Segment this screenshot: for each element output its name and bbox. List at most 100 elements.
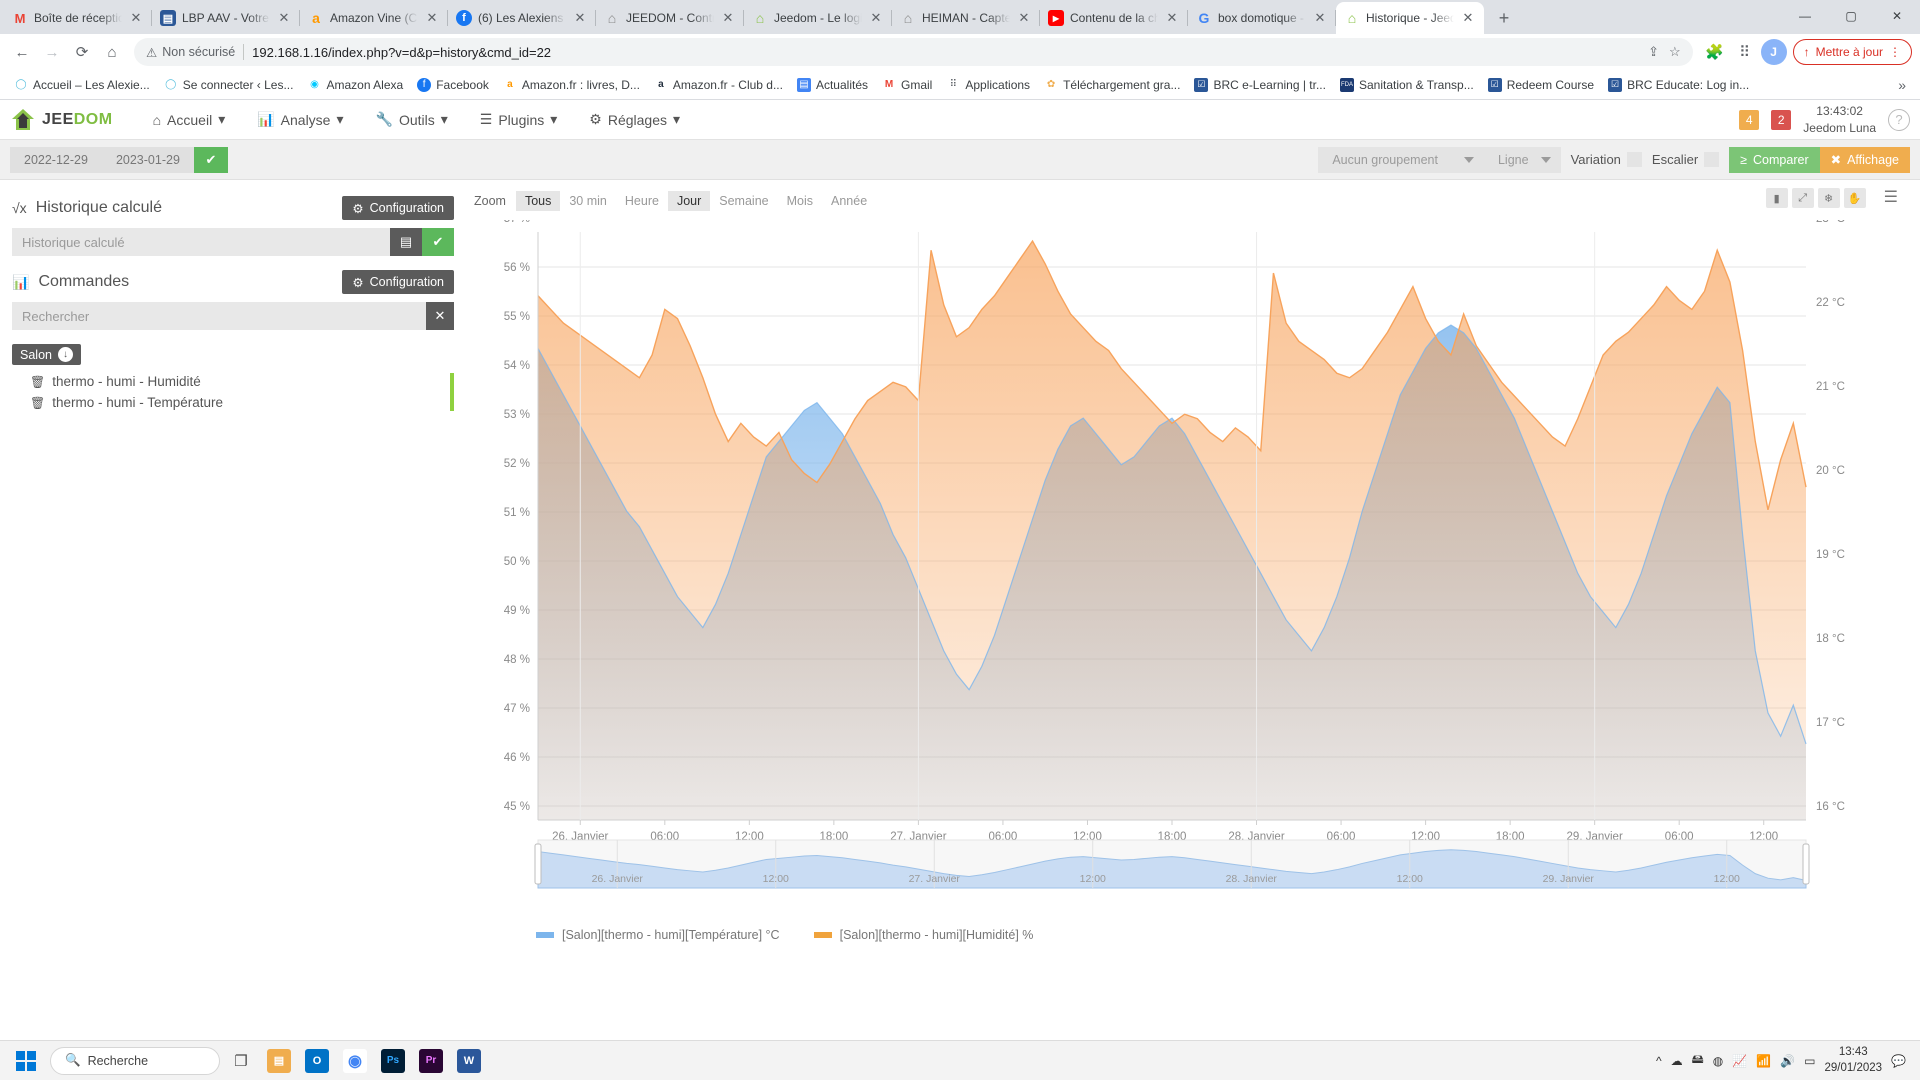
forward-icon[interactable]: →: [38, 38, 66, 66]
home-icon[interactable]: ⌂: [98, 38, 126, 66]
share-icon[interactable]: ⇪: [1648, 44, 1659, 60]
question-circle-icon[interactable]: ?: [1888, 108, 1910, 131]
calc-history-input[interactable]: Historique calculé: [12, 228, 390, 256]
kebab-menu-icon[interactable]: ⋮: [1889, 45, 1901, 59]
grid-icon[interactable]: ⠿: [1731, 38, 1759, 66]
bookmark-item[interactable]: a Amazon.fr - Club d...: [648, 75, 789, 95]
trash-icon[interactable]: 🗑: [30, 375, 45, 389]
display-button[interactable]: ✖ Affichage: [1819, 146, 1910, 173]
calc-list-button[interactable]: ▤: [390, 228, 422, 256]
date-start-input[interactable]: 2022-12-29: [10, 146, 102, 173]
profile-avatar[interactable]: J: [1760, 39, 1787, 65]
app-icon[interactable]: ◍: [1713, 1054, 1723, 1068]
compare-button[interactable]: ≥ Comparer: [1729, 146, 1820, 173]
bookmark-item[interactable]: f Facebook: [411, 75, 495, 95]
arrow-down-circle-icon[interactable]: ↓: [57, 347, 73, 362]
list-item[interactable]: 🗑 thermo - humi - Humidité: [12, 371, 454, 392]
tray-expand-icon[interactable]: ^: [1656, 1054, 1662, 1068]
bookmark-item[interactable]: a Amazon.fr : livres, D...: [497, 75, 646, 95]
browser-tab[interactable]: ⌂ JEEDOM - Contrôle ✕: [596, 2, 744, 34]
bookmark-item[interactable]: FDA Sanitation & Transp...: [1334, 75, 1480, 95]
close-window-button[interactable]: ✕: [1874, 0, 1920, 32]
maximize-button[interactable]: ▢: [1828, 0, 1874, 32]
group-salon[interactable]: Salon ↓: [12, 344, 81, 365]
browser-tab[interactable]: ⌂ HEIMAN - Capteur ✕: [892, 2, 1040, 34]
bookmark-item[interactable]: M Gmail: [876, 75, 938, 95]
zoom-button-30min[interactable]: 30 min: [560, 191, 616, 211]
variation-checkbox[interactable]: [1626, 152, 1642, 167]
jeedom-logo[interactable]: JEEDOM: [10, 107, 113, 133]
close-icon[interactable]: ✕: [572, 10, 588, 26]
browser-tab[interactable]: M Boîte de réception ✕: [4, 2, 152, 34]
bookmark-item[interactable]: ◉ Amazon Alexa: [301, 75, 409, 95]
error-badge[interactable]: 2: [1771, 109, 1792, 130]
grouping-select[interactable]: Aucun groupement: [1318, 146, 1484, 173]
zoom-button-semaine[interactable]: Semaine: [710, 191, 777, 211]
zoom-button-mois[interactable]: Mois: [778, 191, 822, 211]
taskbar-clock[interactable]: 13:43 29/01/2023: [1824, 1045, 1882, 1076]
legend-item-humidite[interactable]: [Salon][thermo - humi][Humidité] %: [813, 928, 1033, 942]
browser-tab[interactable]: ▤ LBP AAV - Votre as ✕: [152, 2, 300, 34]
snowflake-icon[interactable]: ❄: [1817, 188, 1840, 208]
puzzle-icon[interactable]: 🧩: [1701, 38, 1729, 66]
date-end-input[interactable]: 2023-01-29: [101, 146, 194, 173]
browser-tab[interactable]: G box domotique - R ✕: [1188, 2, 1336, 34]
nav-item-plugins[interactable]: ☰ Plugins ▾: [464, 100, 574, 140]
bookmarks-overflow-icon[interactable]: »: [1892, 77, 1912, 93]
reload-icon[interactable]: ⟳: [68, 38, 96, 66]
browser-tab[interactable]: ▶ Contenu de la chaî ✕: [1040, 2, 1188, 34]
update-button[interactable]: ↑ Mettre à jour ⋮: [1792, 39, 1912, 65]
search-clear-button[interactable]: ✕: [426, 302, 454, 330]
list-item[interactable]: 🗑 thermo - humi - Température: [12, 392, 454, 413]
search-input[interactable]: Rechercher: [12, 302, 426, 330]
legend-item-temperature[interactable]: [Salon][thermo - humi][Température] °C: [536, 928, 780, 942]
outlook-icon[interactable]: O: [300, 1045, 334, 1077]
close-icon[interactable]: ✕: [424, 10, 440, 26]
photoshop-icon[interactable]: Ps: [376, 1045, 410, 1077]
close-icon[interactable]: ✕: [276, 10, 292, 26]
zoom-button-jour[interactable]: Jour: [667, 191, 711, 211]
cloud-icon[interactable]: ☁: [1671, 1054, 1683, 1068]
close-icon[interactable]: ✕: [1312, 10, 1328, 26]
chart-plot-area[interactable]: 45 % 46 % 47 % 48 % 49 % 50 % 51 % 52 % 53 % 54 %…: [466, 220, 1908, 920]
close-icon[interactable]: ✕: [720, 10, 736, 26]
zoom-button-tous[interactable]: Tous: [515, 191, 561, 211]
bookmark-item[interactable]: ◯ Se connecter ‹ Les...: [158, 75, 300, 95]
validate-dates-button[interactable]: ✔: [193, 146, 228, 173]
minimize-button[interactable]: —: [1782, 0, 1828, 32]
browser-tab[interactable]: ⌂ Jeedom - Le logicie ✕: [744, 2, 892, 34]
calc-history-config-button[interactable]: ⚙ Configuration: [342, 196, 454, 220]
notification-icon[interactable]: 💬: [1891, 1054, 1906, 1068]
star-icon[interactable]: ☆: [1669, 44, 1681, 60]
browser-tab[interactable]: f (6) Les Alexiens - N ✕: [448, 2, 596, 34]
bookmark-item[interactable]: ☑ BRC Educate: Log in...: [1602, 75, 1755, 95]
taskbar-search-input[interactable]: 🔍 Recherche: [50, 1046, 220, 1075]
task-view-icon[interactable]: ❐: [224, 1045, 258, 1077]
warning-badge[interactable]: 4: [1739, 109, 1760, 130]
windows-start-icon[interactable]: [6, 1046, 46, 1076]
premiere-icon[interactable]: Pr: [414, 1045, 448, 1077]
bookmark-item[interactable]: ▤ Actualités: [791, 75, 874, 95]
zoom-button-heure[interactable]: Heure: [616, 191, 668, 211]
nav-item-outils[interactable]: 🔧 Outils ▾: [360, 100, 464, 140]
bookmark-item[interactable]: ⠿ Applications: [940, 75, 1036, 95]
bookmark-item[interactable]: ✿ Téléchargement gra...: [1038, 75, 1186, 95]
security-status[interactable]: ⚠ Non sécurisé: [146, 45, 235, 60]
close-icon[interactable]: ✕: [128, 10, 144, 26]
nav-item-analyse[interactable]: 📊 Analyse ▾: [241, 100, 359, 140]
close-icon[interactable]: ✕: [868, 10, 884, 26]
commands-config-button[interactable]: ⚙ Configuration: [342, 270, 454, 294]
close-icon[interactable]: ✕: [1460, 10, 1476, 26]
expand-icon[interactable]: ⤢: [1791, 188, 1814, 208]
wifi-icon[interactable]: 📶: [1756, 1054, 1771, 1068]
chrome-icon[interactable]: ◉: [338, 1045, 372, 1077]
bookmark-item[interactable]: ☑ Redeem Course: [1482, 75, 1600, 95]
panel-icon[interactable]: ▮: [1765, 188, 1788, 208]
hand-icon[interactable]: ✋: [1843, 188, 1866, 208]
storage-icon[interactable]: 🖴: [1692, 1050, 1704, 1071]
volume-icon[interactable]: 🔊: [1780, 1054, 1795, 1068]
word-icon[interactable]: W: [452, 1045, 486, 1077]
zoom-button-annee[interactable]: Année: [822, 191, 876, 211]
close-icon[interactable]: ✕: [1164, 10, 1180, 26]
nav-item-accueil[interactable]: ⌂ Accueil ▾: [137, 100, 242, 140]
